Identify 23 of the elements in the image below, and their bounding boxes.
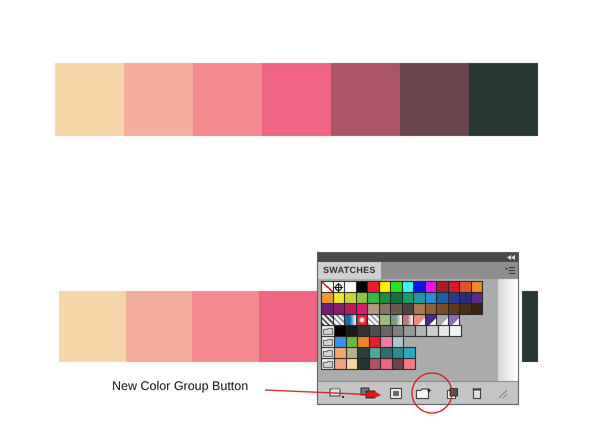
- annotation-label: New Color Group Button: [112, 379, 248, 393]
- color-swatch[interactable]: [426, 325, 438, 337]
- swatch-options-icon[interactable]: [390, 388, 402, 398]
- swatch-kinds-icon[interactable]: [360, 387, 376, 399]
- menu-icon[interactable]: [505, 267, 515, 274]
- color-swatch[interactable]: [459, 303, 472, 315]
- color-swatch[interactable]: [357, 358, 370, 370]
- panel-tab[interactable]: SWATCHES: [318, 262, 381, 279]
- new-color-group-icon[interactable]: [416, 388, 432, 398]
- color-swatch[interactable]: [380, 358, 392, 370]
- library-menu-icon[interactable]: [329, 387, 346, 399]
- highlight-circle: [411, 372, 453, 414]
- resize-grip-icon[interactable]: [496, 388, 507, 398]
- color-swatch[interactable]: [470, 303, 483, 315]
- color-swatch[interactable]: [449, 325, 462, 337]
- color-swatch[interactable]: [334, 358, 346, 370]
- scrollbar[interactable]: [498, 279, 518, 381]
- delete-icon[interactable]: [472, 387, 482, 399]
- new-swatch-icon[interactable]: [446, 388, 458, 398]
- collapse-icon[interactable]: [507, 255, 515, 260]
- color-swatch[interactable]: [403, 325, 416, 337]
- color-swatch[interactable]: [403, 347, 416, 359]
- color-swatch[interactable]: [403, 358, 416, 370]
